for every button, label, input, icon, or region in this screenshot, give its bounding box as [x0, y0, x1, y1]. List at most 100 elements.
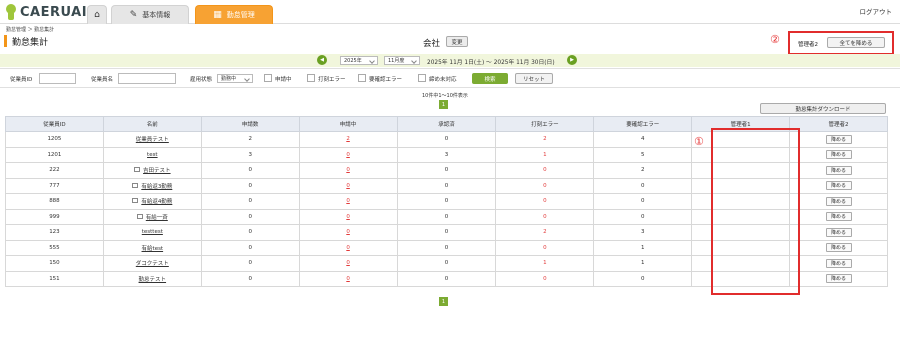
- cell-pending[interactable]: 0: [298, 146, 398, 163]
- logout-link[interactable]: ログアウト: [860, 6, 893, 16]
- employee-name-link[interactable]: 有給test: [142, 246, 164, 252]
- return-button[interactable]: 降める: [825, 196, 852, 206]
- employee-name-link[interactable]: 有給返4勤務: [141, 199, 172, 205]
- cell-applied: 2: [200, 131, 300, 148]
- checkbox-stamp-error[interactable]: [307, 74, 315, 82]
- cell-pending[interactable]: 0: [298, 224, 398, 241]
- cell-employee-id: 1201: [5, 146, 104, 163]
- cell-manager2: 降める: [789, 131, 888, 148]
- cell-pending[interactable]: 0: [298, 270, 398, 287]
- employee-id-label: 従業員ID: [10, 77, 33, 83]
- cell-applied: 0: [200, 239, 300, 256]
- employee-name-label: 従業員名: [91, 77, 114, 83]
- return-button[interactable]: 降める: [825, 227, 852, 237]
- cell-check-error: 4: [593, 131, 693, 148]
- employee-id-input[interactable]: [39, 73, 76, 84]
- cell-approved: 0: [396, 193, 497, 210]
- cell-name[interactable]: ダコクテスト: [102, 255, 202, 272]
- employee-name-link[interactable]: ダコクテスト: [136, 261, 169, 267]
- cell-pending[interactable]: 0: [298, 193, 398, 210]
- cell-applied: 0: [200, 162, 300, 179]
- employee-name-link[interactable]: 有給一斉: [146, 215, 168, 221]
- cell-pending[interactable]: 0: [298, 255, 398, 272]
- checkbox-stamp-error-label: 打刻エラー: [318, 77, 346, 83]
- employee-name-link[interactable]: 従業員テスト: [136, 137, 169, 143]
- cell-applied: 3: [200, 146, 300, 163]
- year-select[interactable]: 2025年: [340, 56, 378, 65]
- pagination-top-current[interactable]: 1: [439, 100, 448, 109]
- cell-stamp-error: 2: [495, 224, 595, 241]
- employee-name-link[interactable]: test: [147, 152, 158, 158]
- cell-name[interactable]: 有給返3勤務: [102, 177, 202, 194]
- employment-status-select[interactable]: 勤務中: [217, 74, 253, 83]
- cell-check-error: 1: [593, 255, 693, 272]
- cell-check-error: 0: [593, 270, 693, 287]
- callout-one: ①: [694, 135, 704, 148]
- cell-pending[interactable]: 0: [298, 162, 398, 179]
- pagination-bottom-current[interactable]: 1: [439, 297, 448, 306]
- cell-employee-id: 151: [5, 270, 104, 287]
- employee-name-link[interactable]: 勤怠テスト: [139, 277, 167, 283]
- cell-applied: 0: [200, 193, 300, 210]
- cell-stamp-error: 2: [495, 131, 595, 148]
- reset-button[interactable]: リセット: [515, 73, 553, 84]
- lock-icon: [134, 167, 141, 173]
- checkbox-check-error[interactable]: [358, 74, 366, 82]
- employee-name-link[interactable]: testtest: [142, 229, 163, 235]
- cell-check-error: 0: [593, 208, 693, 225]
- cell-stamp-error: 0: [495, 270, 595, 287]
- return-button[interactable]: 降める: [825, 243, 852, 253]
- cell-name[interactable]: 吉田テスト: [102, 162, 202, 179]
- cell-name[interactable]: testtest: [102, 224, 202, 241]
- logo[interactable]: CAERUAI: [4, 2, 87, 22]
- employee-name-link[interactable]: 吉田テスト: [143, 168, 171, 174]
- cell-name[interactable]: test: [102, 146, 202, 163]
- download-button[interactable]: 勤怠集計ダウンロード: [760, 103, 886, 114]
- company-label: 会社: [423, 39, 441, 49]
- return-button[interactable]: 降める: [825, 181, 852, 191]
- search-button[interactable]: 検索: [472, 73, 508, 84]
- return-all-button[interactable]: 全てを降める: [827, 37, 885, 48]
- cell-employee-id: 150: [5, 255, 104, 272]
- cell-applied: 0: [200, 224, 300, 241]
- checkbox-unclosed[interactable]: [418, 74, 426, 82]
- cell-pending[interactable]: 2: [298, 131, 398, 148]
- col-check-error: 要確認エラー: [593, 116, 693, 132]
- cell-manager2: 降める: [789, 146, 888, 163]
- month-select[interactable]: 11月度: [384, 56, 420, 65]
- cell-pending[interactable]: 0: [298, 177, 398, 194]
- employee-name-link[interactable]: 有給返3勤務: [141, 184, 172, 190]
- chevron-left-icon[interactable]: ◀: [317, 55, 327, 65]
- return-button[interactable]: 降める: [825, 212, 852, 222]
- cell-name[interactable]: 有給一斉: [102, 208, 202, 225]
- return-button[interactable]: 降める: [825, 150, 852, 160]
- cell-employee-id: 555: [5, 239, 104, 256]
- page-title-wrap: 勤怠集計: [4, 35, 49, 48]
- cell-name[interactable]: 有給test: [102, 239, 202, 256]
- return-button[interactable]: 降める: [825, 274, 852, 284]
- logo-text: CAERUAI: [20, 4, 88, 20]
- return-button[interactable]: 降める: [825, 258, 852, 268]
- return-button[interactable]: 降める: [825, 165, 852, 175]
- cell-name[interactable]: 有給返4勤務: [102, 193, 202, 210]
- cell-pending[interactable]: 0: [298, 239, 398, 256]
- cell-name[interactable]: 勤怠テスト: [102, 270, 202, 287]
- chevron-right-icon[interactable]: ▶: [567, 55, 577, 65]
- tab-home[interactable]: ⌂: [87, 5, 107, 24]
- cell-check-error: 1: [593, 239, 693, 256]
- cell-employee-id: 888: [5, 193, 104, 210]
- company-change-button[interactable]: 変更: [446, 36, 468, 47]
- home-icon: ⌂: [94, 10, 100, 20]
- cell-approved: 0: [396, 131, 497, 148]
- lock-icon: [136, 213, 143, 219]
- cell-stamp-error: 1: [495, 255, 595, 272]
- cell-check-error: 3: [593, 224, 693, 241]
- tab-attendance[interactable]: ▦ 勤怠管理: [195, 5, 273, 24]
- page-title: 勤怠集計: [12, 37, 49, 48]
- tab-basic-info[interactable]: ✎ 基本情報: [111, 5, 189, 24]
- cell-name[interactable]: 従業員テスト: [102, 131, 202, 148]
- employee-name-input[interactable]: [118, 73, 176, 84]
- cell-pending[interactable]: 0: [298, 208, 398, 225]
- return-button[interactable]: 降める: [825, 134, 852, 144]
- checkbox-pending[interactable]: [264, 74, 272, 82]
